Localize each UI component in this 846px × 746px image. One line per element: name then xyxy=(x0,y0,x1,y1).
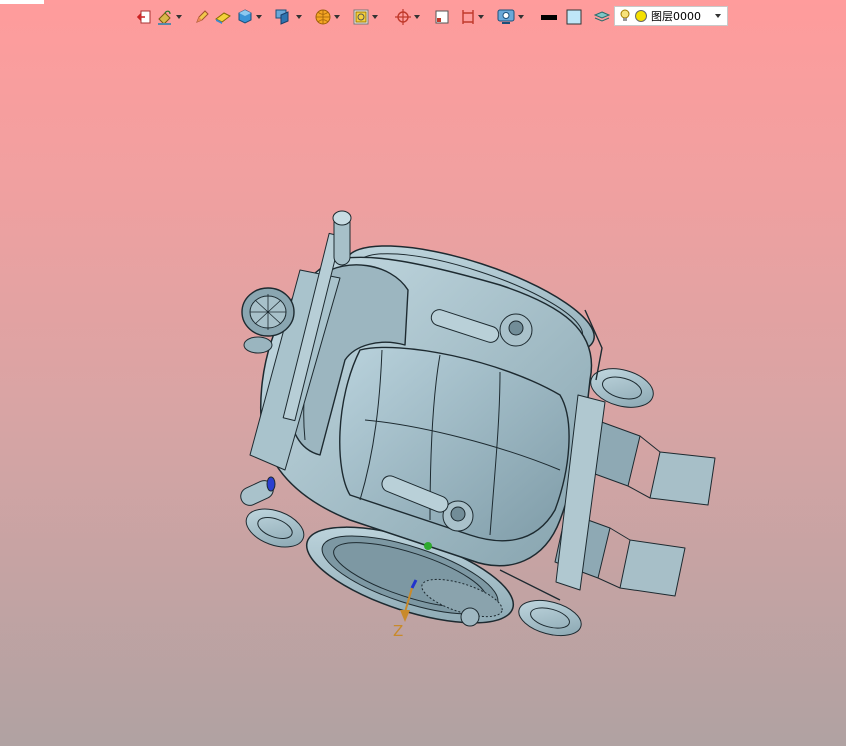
3d-viewport[interactable]: 图层0000 Z xyxy=(0,0,846,746)
wheelchair-3d-model[interactable] xyxy=(0,0,846,746)
anti-tip-wheel xyxy=(460,607,480,627)
origin-marker-icon xyxy=(424,542,432,550)
front-caster-bottom xyxy=(518,599,582,637)
z-axis-arrow-icon xyxy=(400,610,410,622)
z-axis-label: Z xyxy=(393,622,404,640)
footrest-top xyxy=(583,419,716,506)
